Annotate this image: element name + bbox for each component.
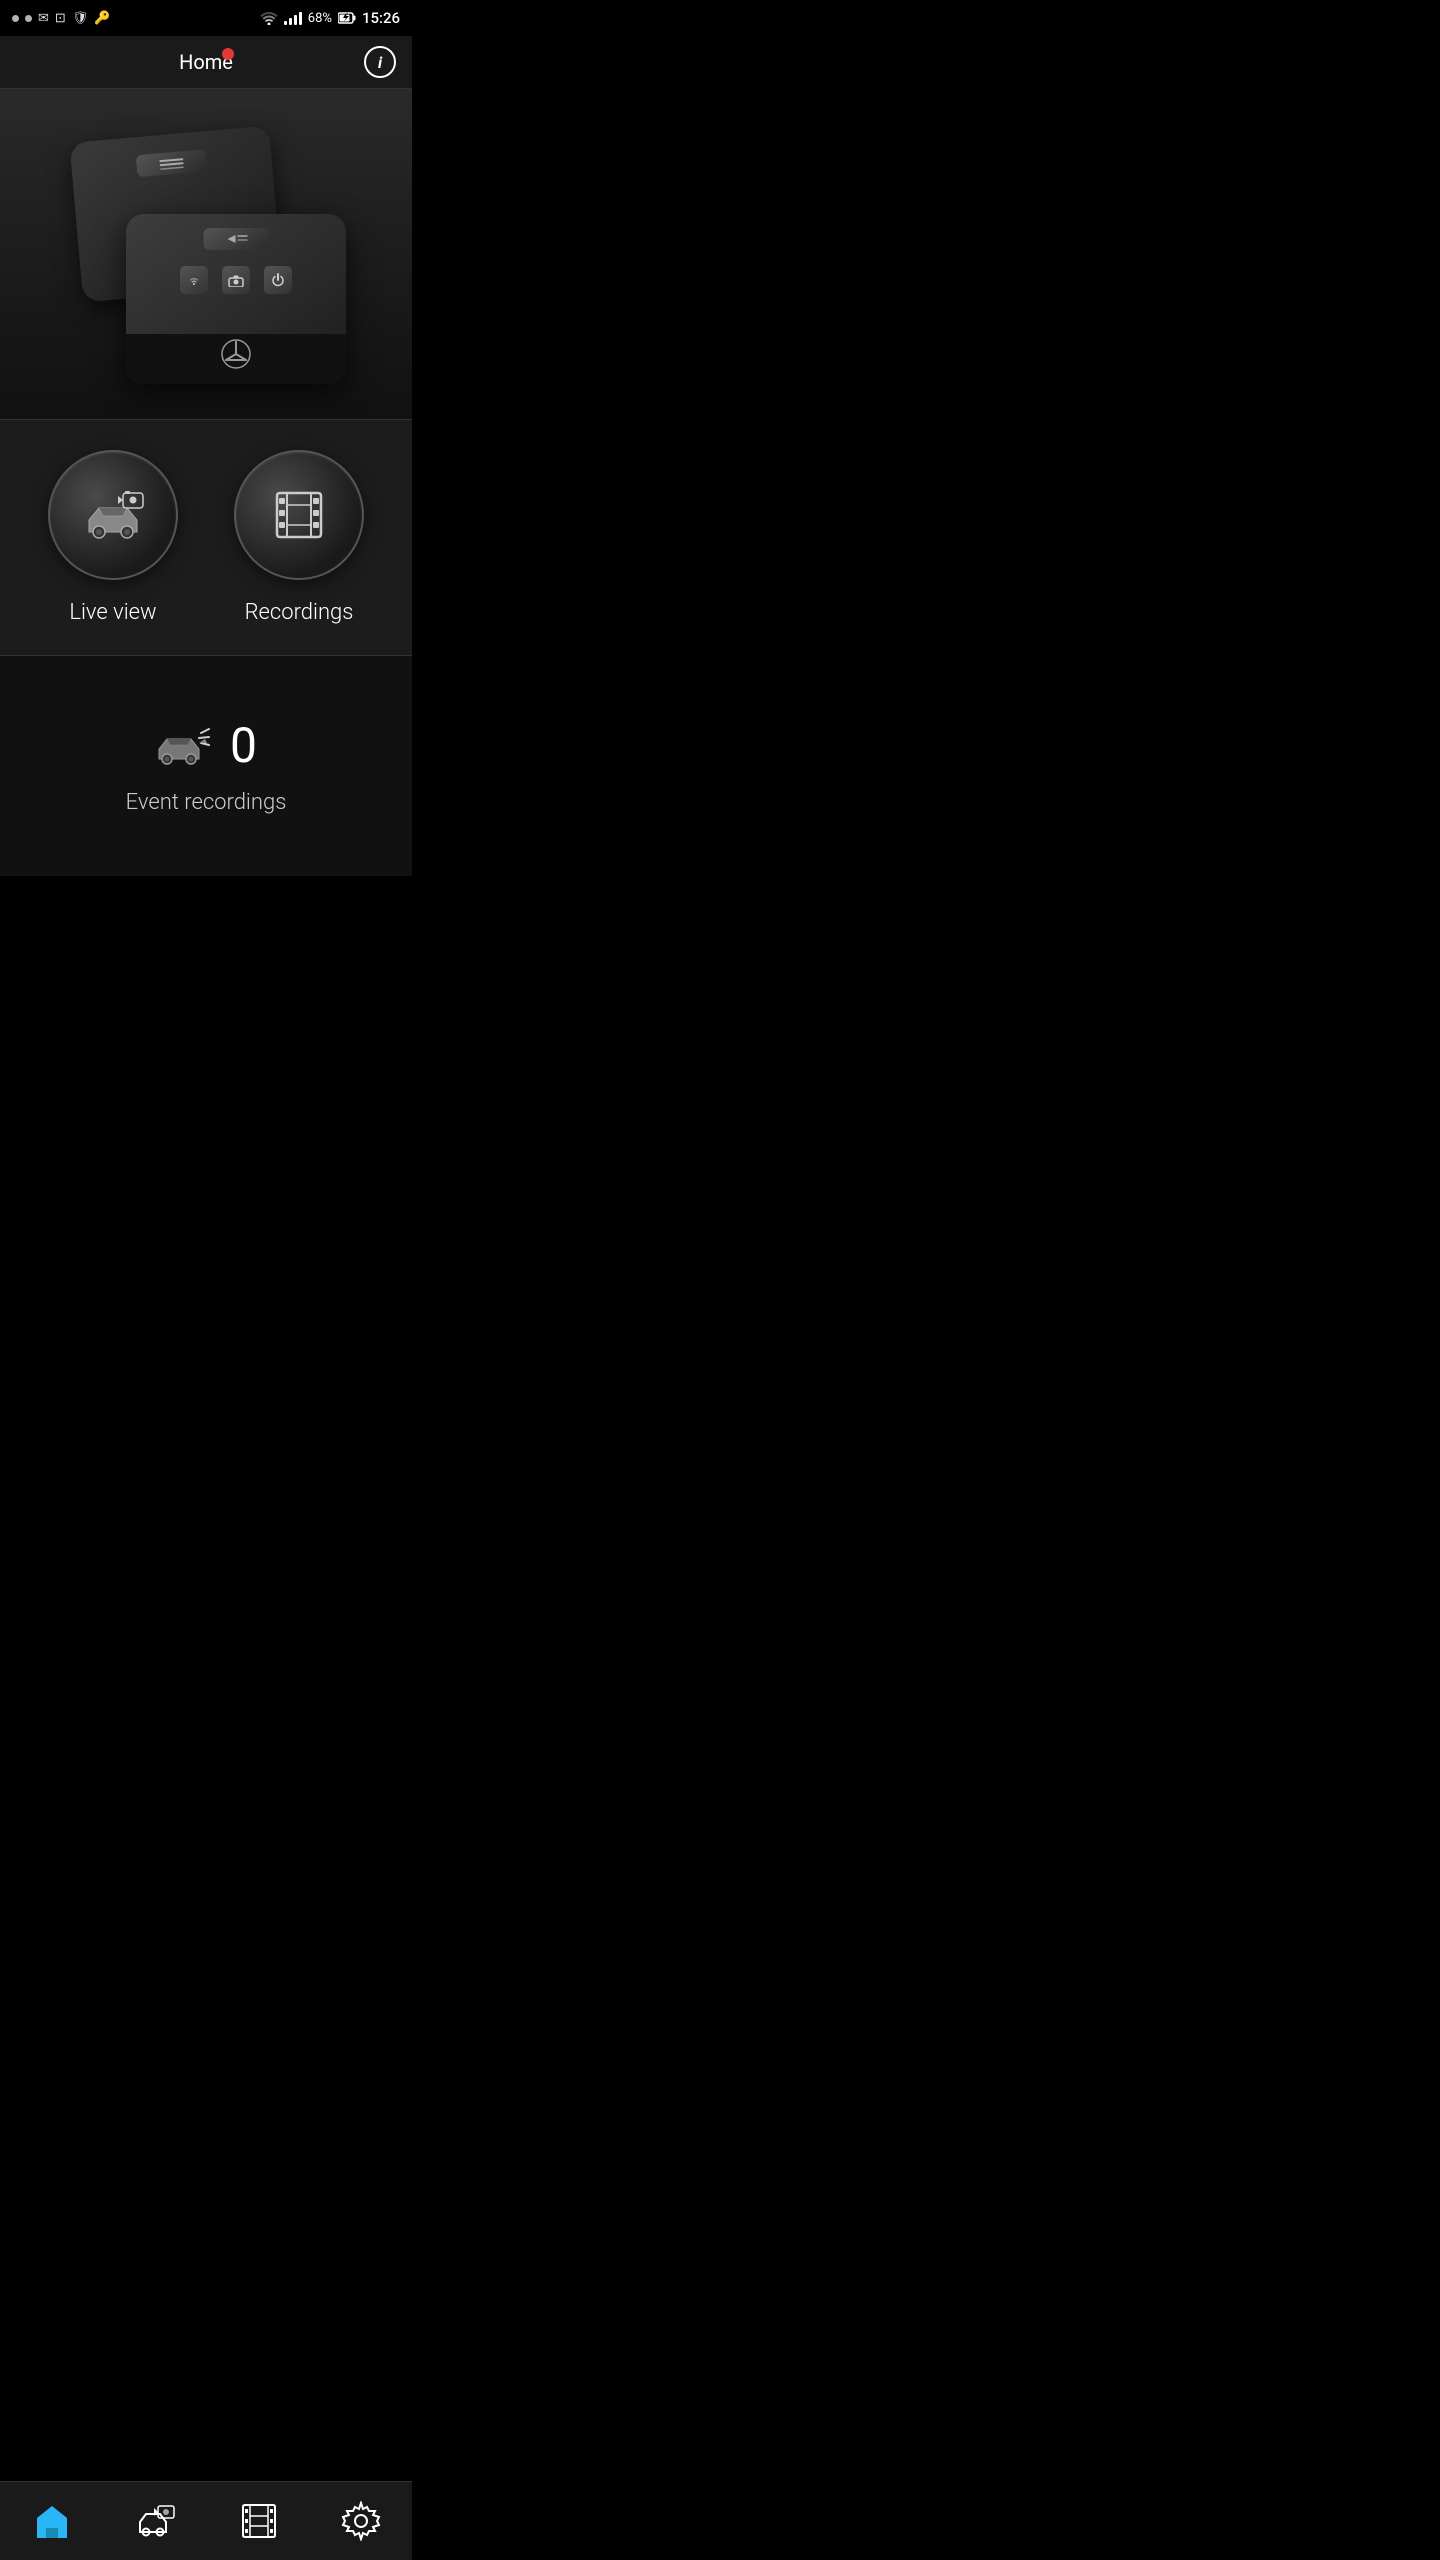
device-wifi-btn [180,266,208,294]
event-car-icon [155,723,210,768]
recordings-icon [269,485,329,545]
recordings-circle [234,450,364,580]
status-bar: ✉ ⊡ 🛡 🔑 68% 15:26 [0,0,412,36]
status-left-icons: ✉ ⊡ 🛡 🔑 [12,11,111,26]
recording-indicator [222,48,234,60]
header: Home i [0,36,412,89]
device-front-button-top [204,228,269,250]
info-button[interactable]: i [364,46,396,78]
battery-icon [338,12,356,24]
event-row: 0 [155,717,257,774]
device-camera-btn [222,266,250,294]
home-icon [31,2500,73,2542]
live-view-circle [48,450,178,580]
device-power-btn [264,266,292,294]
dot-icon-2 [25,15,32,22]
nav-home[interactable] [15,2496,89,2546]
event-label: Event recordings [126,790,287,815]
nav-camera[interactable] [120,2496,194,2546]
event-area: 0 Event recordings [0,656,412,876]
recordings-button[interactable]: Recordings [234,450,364,625]
device-back-button [136,149,208,177]
actions-area: Live view Recordings [0,419,412,656]
time-display: 15:26 [362,9,400,27]
mercedes-star-front [220,338,252,370]
shield-icon: 🛡 [72,11,89,26]
bottom-nav [0,2481,412,2560]
box-icon: ⊡ [55,11,66,26]
settings-icon [341,2501,381,2541]
camera-nav-icon [136,2500,178,2542]
device-front-buttons [180,266,292,294]
gmail-icon: ✉ [38,11,49,26]
live-view-label: Live view [69,600,156,625]
status-right-icons: 68% 15:26 [260,9,400,27]
battery-percentage: 68% [308,11,332,26]
dot-icon-1 [12,15,19,22]
live-view-icon [81,488,146,543]
wifi-icon [260,11,278,25]
event-count: 0 [230,717,257,774]
device-front [126,214,346,384]
recordings-label: Recordings [245,600,354,625]
film-nav-icon [240,2502,278,2540]
nav-settings[interactable] [325,2497,397,2545]
nav-film[interactable] [224,2498,294,2544]
device-wrapper [66,114,346,394]
device-image-area [0,89,412,419]
signal-icon [284,11,302,25]
key-icon: 🔑 [94,11,110,26]
live-view-button[interactable]: Live view [48,450,178,625]
